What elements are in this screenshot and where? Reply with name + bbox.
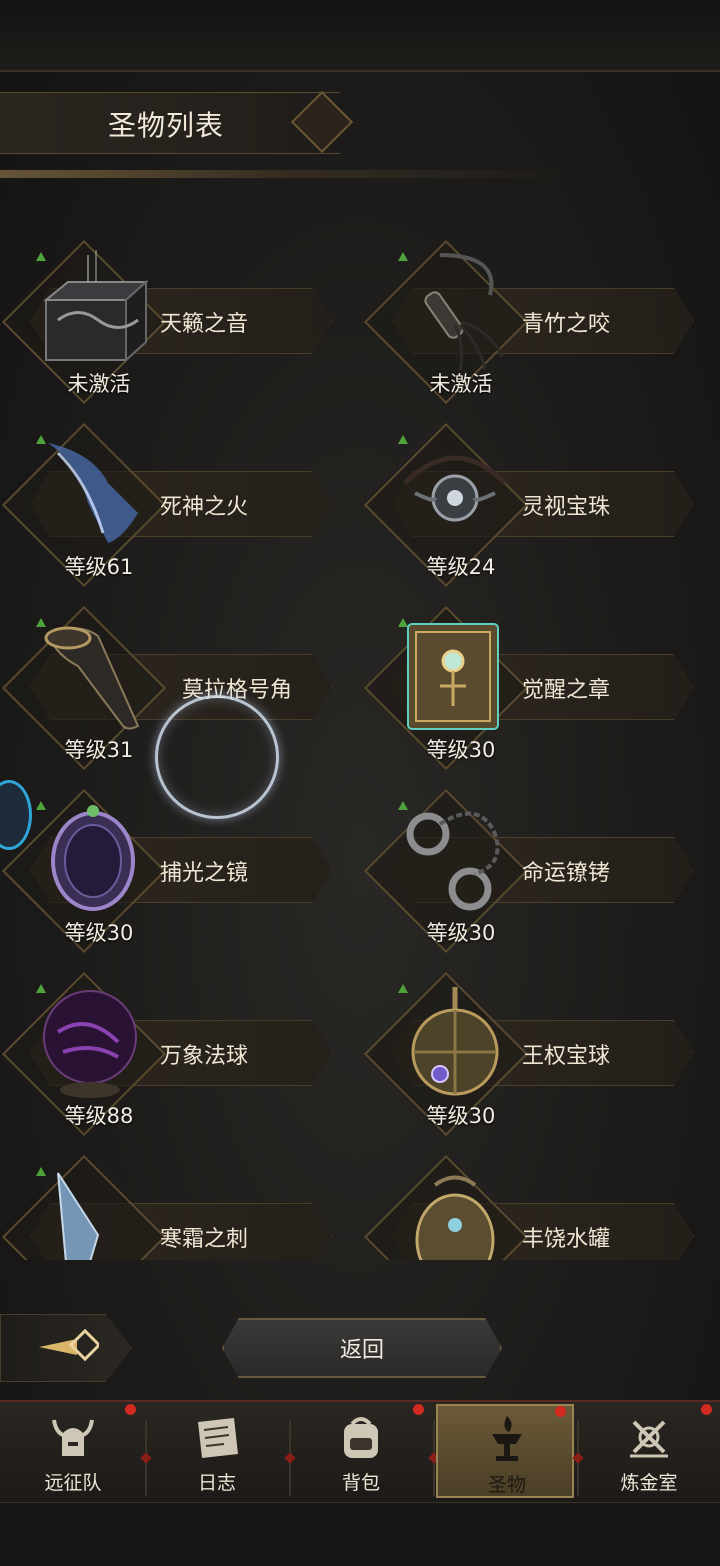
urn-icon xyxy=(415,1175,495,1260)
tab-separator xyxy=(145,1420,147,1496)
tab-separator xyxy=(289,1420,291,1496)
tab-label: 背包 xyxy=(341,1472,380,1494)
relic-name: 青竹之咬 xyxy=(522,312,611,337)
relic-name: 寒霜之刺 xyxy=(160,1227,249,1252)
shackles-icon xyxy=(406,811,500,911)
royal-orb-icon xyxy=(411,987,499,1096)
relic-name: 觉醒之章 xyxy=(522,678,611,703)
arrow-left-icon xyxy=(39,1329,99,1362)
notification-badge xyxy=(413,1404,424,1415)
relic-card[interactable]: 死神之火 等级61 xyxy=(0,413,340,588)
bottom-ornament-frame xyxy=(0,1502,720,1566)
tab-relics[interactable]: 圣物 xyxy=(436,1404,574,1498)
notification-badge xyxy=(125,1404,136,1415)
relic-card[interactable]: 万象法球 等级88 xyxy=(0,962,340,1137)
cage-box-icon xyxy=(43,250,148,363)
tab-separator xyxy=(433,1420,435,1496)
relic-card[interactable]: 灵视宝珠 等级24 xyxy=(362,413,702,588)
relic-status: 等级30 xyxy=(426,738,496,762)
relic-name: 王权宝球 xyxy=(522,1044,611,1069)
relic-status: 等级30 xyxy=(426,921,496,945)
tab-journal[interactable]: 日志 xyxy=(148,1404,286,1498)
notification-badge xyxy=(555,1406,566,1417)
tab-alchemy[interactable]: 炼金室 xyxy=(580,1404,718,1498)
horn-icon xyxy=(44,626,140,730)
relic-name: 万象法球 xyxy=(160,1044,249,1069)
tab-label: 远征队 xyxy=(44,1472,102,1494)
spectral-hand-icon xyxy=(48,443,138,543)
relic-status: 未激活 xyxy=(67,372,131,396)
tab-expedition[interactable]: 远征队 xyxy=(4,1404,142,1498)
orb-necklace-icon xyxy=(403,455,507,522)
relic-status: 等级88 xyxy=(64,1104,134,1128)
tab-backpack[interactable]: 背包 xyxy=(292,1404,430,1498)
whip-icon xyxy=(424,253,504,370)
relic-card[interactable]: 天籁之音 未激活 xyxy=(0,230,340,405)
tab-separator xyxy=(577,1420,579,1496)
relic-card[interactable]: 王权宝球 等级30 xyxy=(362,962,702,1137)
relic-card[interactable]: 捕光之镜 等级30 xyxy=(0,779,340,954)
relic-card[interactable]: 觉醒之章 等级30 xyxy=(362,596,702,771)
relic-status: 等级30 xyxy=(426,1104,496,1128)
alchemy-icon xyxy=(630,1420,668,1458)
ice-shard-icon xyxy=(57,1172,100,1260)
tab-label: 炼金室 xyxy=(620,1472,678,1494)
relic-card[interactable]: 寒霜之刺 xyxy=(0,1145,340,1260)
tome-icon xyxy=(407,623,499,730)
relic-screen: 圣物列表 天籁之音 未激活 青竹之咬 未激活 死神之火 等级61 灵视宝珠 等级… xyxy=(0,0,720,1566)
brazier-icon xyxy=(492,1416,522,1461)
collapse-arrow-button[interactable] xyxy=(0,1314,132,1382)
relic-status: 等级30 xyxy=(64,921,134,945)
relic-name: 灵视宝珠 xyxy=(522,495,611,520)
top-ornament-frame xyxy=(0,0,720,72)
relic-status: 等级24 xyxy=(426,555,496,579)
relic-status: 等级31 xyxy=(64,738,134,762)
scroll-icon xyxy=(198,1418,238,1458)
tab-label: 日志 xyxy=(197,1472,236,1494)
mirror-icon xyxy=(51,805,135,911)
title-underline xyxy=(0,170,720,178)
touch-ripple-effect xyxy=(155,695,279,819)
notification-badge xyxy=(701,1404,712,1415)
tab-label: 圣物 xyxy=(487,1474,526,1496)
relic-status: 等级61 xyxy=(64,555,134,579)
back-button[interactable]: 返回 xyxy=(222,1318,502,1378)
relic-name: 丰饶水罐 xyxy=(522,1227,611,1252)
relic-card[interactable]: 丰饶水罐 xyxy=(362,1145,702,1260)
relic-name: 命运镣铐 xyxy=(522,861,611,886)
backpack-icon xyxy=(344,1417,378,1458)
relic-name: 天籁之音 xyxy=(160,312,249,337)
relic-status: 未激活 xyxy=(429,372,493,396)
relic-grid: 天籁之音 未激活 青竹之咬 未激活 死神之火 等级61 灵视宝珠 等级24 莫拉… xyxy=(0,230,720,1260)
dark-orb-icon xyxy=(43,990,137,1098)
horned-helmet-icon xyxy=(52,1419,94,1456)
page-title: 圣物列表 xyxy=(108,109,225,142)
relic-name: 死神之火 xyxy=(160,495,249,520)
relic-card[interactable]: 青竹之咬 未激活 xyxy=(362,230,702,405)
relic-name: 捕光之镜 xyxy=(160,861,249,886)
relic-card[interactable]: 命运镣铐 等级30 xyxy=(362,779,702,954)
